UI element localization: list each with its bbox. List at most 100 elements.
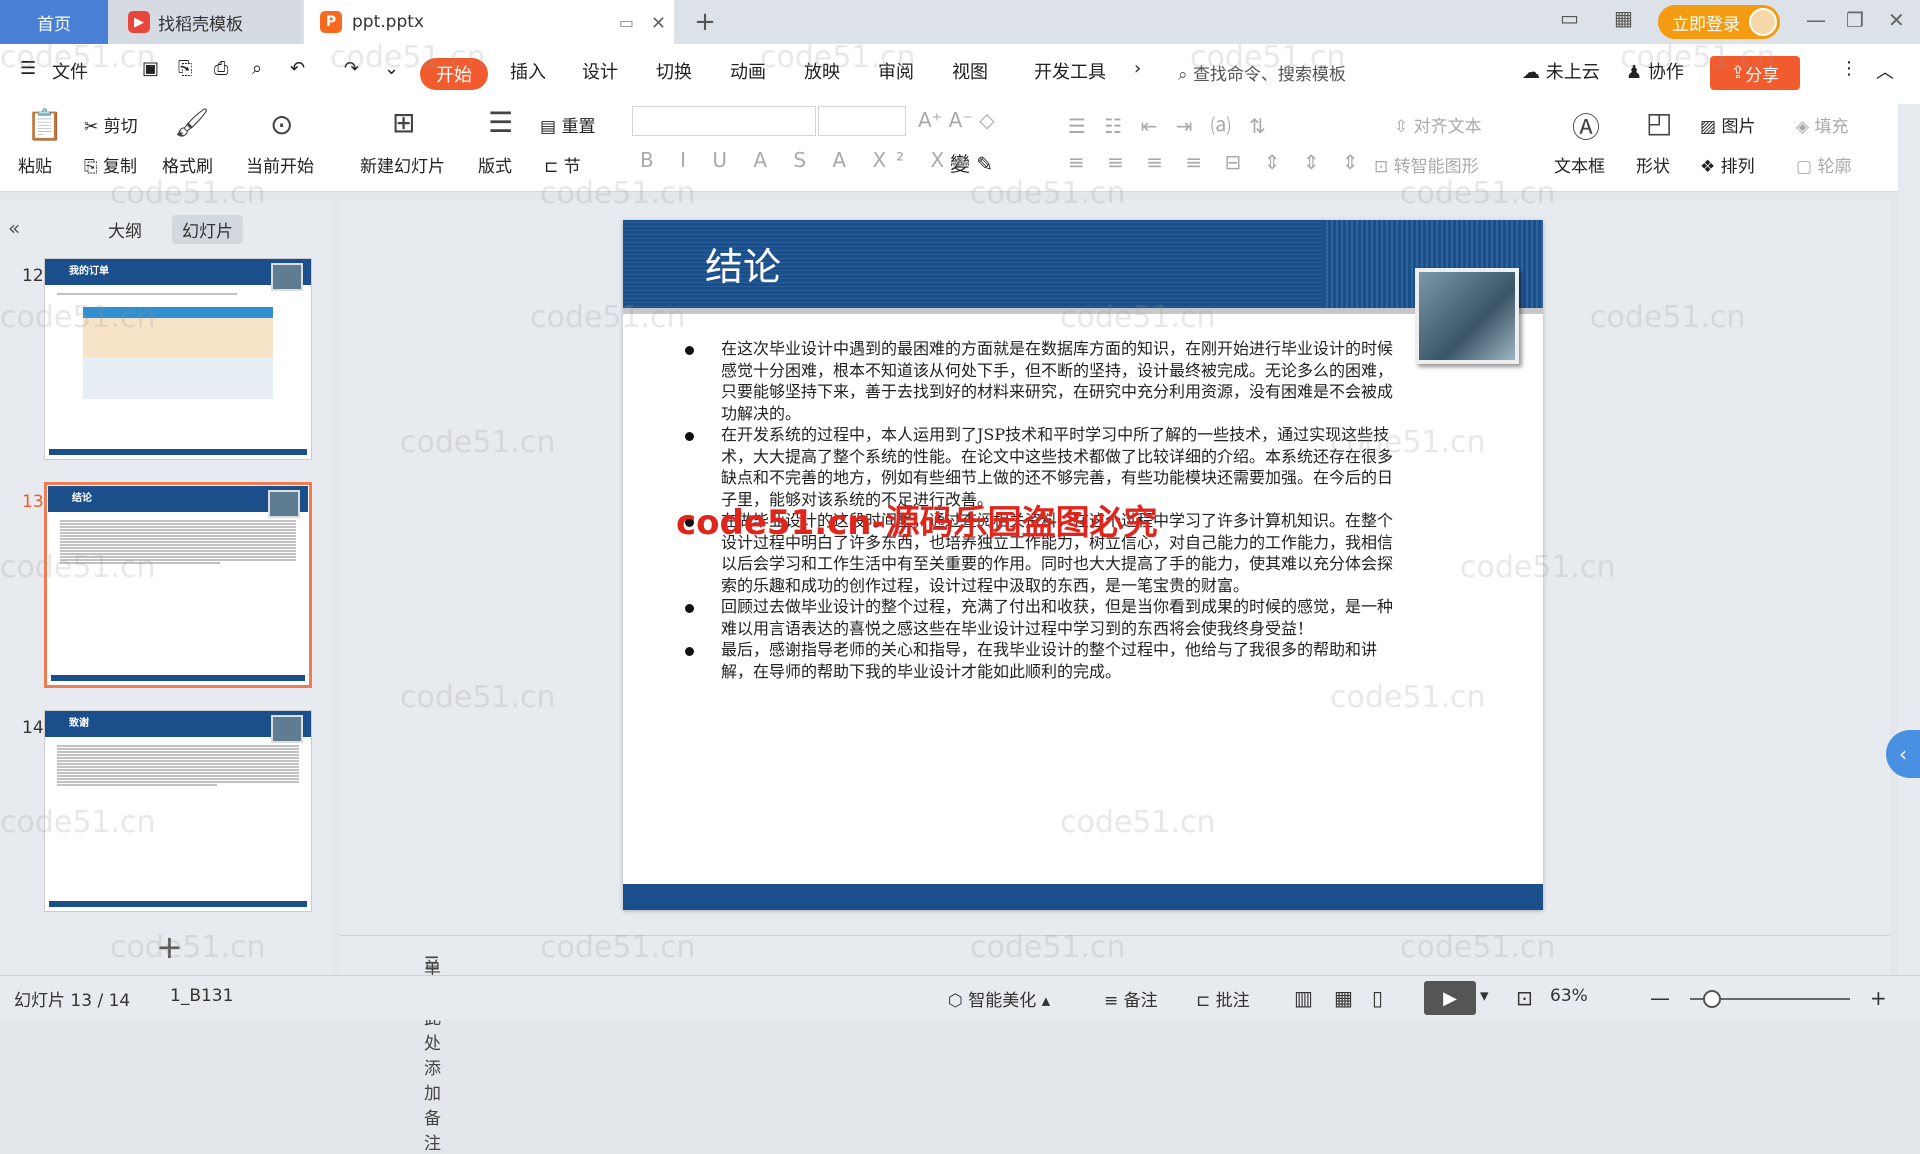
from-current-button[interactable]: 当前开始 <box>246 152 314 177</box>
pinyin-icon[interactable]: 變 ✎ <box>950 148 993 177</box>
paste-icon: 📋 <box>26 108 64 143</box>
layout-icon[interactable]: ▭ <box>1560 6 1579 30</box>
tab-document[interactable]: P ppt.pptx ▭ ✕ <box>304 0 674 44</box>
thumb-number: 14 <box>22 718 44 738</box>
slide-title[interactable]: 结论 <box>705 236 781 291</box>
menu-file[interactable]: 文件 <box>52 58 88 84</box>
play-slideshow-button[interactable]: ▶ <box>1424 981 1476 1015</box>
close-tab-icon[interactable]: ✕ <box>651 13 666 34</box>
collab-button[interactable]: ♟ 协作 <box>1626 58 1684 84</box>
menu-insert[interactable]: 插入 <box>510 58 546 84</box>
tab-slides[interactable]: 幻灯片 <box>172 215 243 244</box>
tab-outline[interactable]: 大纲 <box>108 217 142 242</box>
notes-pane[interactable]: ☰ 单击此处添加备注 <box>340 935 1890 1154</box>
shape-button[interactable]: 形状 <box>1636 152 1670 177</box>
cut-button[interactable]: ✂ 剪切 <box>84 112 138 137</box>
play-options-icon[interactable]: ▾ <box>1480 986 1489 1006</box>
menu-design[interactable]: 设计 <box>582 58 618 84</box>
comment-button[interactable]: ⊏ 批注 <box>1196 986 1250 1011</box>
preview-icon[interactable]: ⌕ <box>252 58 262 79</box>
sorter-view-icon[interactable]: ▦ <box>1334 986 1353 1010</box>
save-icon[interactable]: ▣ <box>142 58 159 79</box>
collapse-ribbon-icon[interactable]: ︿ <box>1876 58 1894 84</box>
thumb-title: 我的订单 <box>45 259 311 291</box>
menu-slideshow[interactable]: 放映 <box>804 58 840 84</box>
section-button[interactable]: ⊏ 节 <box>544 152 581 177</box>
vertical-scrollbar[interactable] <box>1898 104 1920 975</box>
zoom-in-icon[interactable]: + <box>1870 986 1887 1010</box>
play-from-current-icon: ⊙ <box>270 108 294 141</box>
smart-graphic-icon: ⊡ <box>1374 157 1394 177</box>
reset-button[interactable]: ▤ 重置 <box>540 112 595 137</box>
paste-button[interactable]: 粘贴 <box>18 152 52 177</box>
fill-button[interactable]: ◈ 填充 <box>1796 112 1848 137</box>
new-slide-button[interactable]: 新建幻灯片 <box>360 152 445 177</box>
reading-view-icon[interactable]: ▯ <box>1372 986 1383 1010</box>
menu-view[interactable]: 视图 <box>952 58 988 84</box>
outline-button[interactable]: ▢ 轮廓 <box>1796 152 1851 177</box>
copy-button[interactable]: ⎘ 复制 <box>84 152 137 177</box>
share-icon: ⇪ <box>1730 63 1746 83</box>
menu-review[interactable]: 审阅 <box>878 58 914 84</box>
font-size-select[interactable] <box>818 106 906 136</box>
layout-button[interactable]: 版式 <box>478 152 512 177</box>
font-family-select[interactable] <box>632 106 816 136</box>
tab-template[interactable]: ▶ 找稻壳模板 <box>108 0 302 44</box>
menu-bar: ☰ 文件 ▣ ⎘ ⎙ ⌕ ↶ ↷ ⌄ 开始 插入 设计 切换 动画 放映 审阅 … <box>0 44 1920 104</box>
restore-icon[interactable]: ❐ <box>1846 8 1864 32</box>
menu-animation[interactable]: 动画 <box>730 58 766 84</box>
fit-window-icon[interactable]: ⊡ <box>1516 986 1533 1010</box>
side-collapse-button[interactable]: ‹ <box>1886 730 1920 778</box>
more-options-icon[interactable]: ⋮ <box>1840 58 1858 79</box>
thumb-number: 12 <box>22 266 44 286</box>
tab-home[interactable]: 首页 <box>0 0 108 44</box>
hamburger-icon[interactable]: ☰ <box>20 58 36 79</box>
apps-grid-icon[interactable]: ▦ <box>1614 6 1633 30</box>
align-text-button[interactable]: ⇳ 对齐文本 <box>1394 112 1482 137</box>
export-icon[interactable]: ⎘ <box>178 58 192 79</box>
text-format-icons[interactable]: B I U A S A X² X₂ <box>640 148 972 172</box>
minimize-icon[interactable]: — <box>1806 8 1826 32</box>
arrange-icon: ❖ <box>1700 157 1721 177</box>
window-icon[interactable]: ▭ <box>619 13 634 32</box>
beautify-icon: ⬡ <box>948 991 969 1011</box>
smart-graphic-button[interactable]: ⊡ 转智能图形 <box>1374 152 1479 177</box>
normal-view-icon[interactable]: ▥ <box>1294 986 1313 1010</box>
current-slide[interactable]: 结论 在这次毕业设计中遇到的最困难的方面就是在数据库方面的知识，在刚开始进行毕业… <box>623 220 1543 910</box>
zoom-slider-handle[interactable] <box>1703 990 1721 1008</box>
section-label: 节 <box>563 157 581 177</box>
undo-icon[interactable]: ↶ <box>290 58 305 79</box>
command-search[interactable]: ⌕ 查找命令、搜索模板 <box>1178 60 1346 85</box>
align-icons[interactable]: ≡ ≡ ≡ ≡ ⊟ ⇕ ⇕ ⇕ <box>1068 150 1367 174</box>
beautify-button[interactable]: ⬡ 智能美化 ▴ <box>948 986 1050 1011</box>
zoom-out-icon[interactable]: — <box>1650 986 1670 1010</box>
notes-button[interactable]: ≡ 备注 <box>1104 986 1158 1011</box>
format-painter-button[interactable]: 格式刷 <box>162 152 213 177</box>
bullet-4: 回顾过去做毕业设计的整个过程，充满了付出和收获，但是当你看到成果的时候的感觉，是… <box>683 596 1403 639</box>
menu-transition[interactable]: 切换 <box>656 58 692 84</box>
print-icon[interactable]: ⎙ <box>214 58 228 79</box>
slide-thumbnail-13[interactable]: 结论 <box>44 482 312 688</box>
arrange-button[interactable]: ❖ 排列 <box>1700 152 1755 177</box>
slide-thumbnail-12[interactable]: 我的订单 <box>44 258 312 460</box>
share-button[interactable]: ⇪ 分享 <box>1710 56 1800 90</box>
picture-button[interactable]: ▨ 图片 <box>1700 112 1755 137</box>
slide-thumbnail-14[interactable]: 致谢 <box>44 710 312 912</box>
cloud-status[interactable]: ☁ 未上云 <box>1522 58 1600 84</box>
font-grow-icon[interactable]: A⁺ A⁻ ◇ <box>918 108 995 132</box>
theme-name[interactable]: 1_B131 <box>170 986 233 1006</box>
add-slide-icon[interactable]: + <box>156 928 183 966</box>
menu-more-icon[interactable]: › <box>1134 58 1141 79</box>
redo-icon[interactable]: ↷ <box>344 58 359 79</box>
zoom-level[interactable]: 63% <box>1550 986 1588 1006</box>
login-button[interactable]: 立即登录 <box>1658 5 1780 39</box>
close-window-icon[interactable]: ✕ <box>1888 8 1905 32</box>
textbox-button[interactable]: 文本框 <box>1554 152 1605 177</box>
comment-label: 批注 <box>1215 991 1250 1011</box>
menu-devtools[interactable]: 开发工具 <box>1034 58 1106 84</box>
collapse-panel-icon[interactable]: « <box>8 216 20 240</box>
new-tab-button[interactable]: + <box>690 0 720 44</box>
list-icons[interactable]: ☰ ☷ ⇤ ⇥ ⒜ ⇅ <box>1068 110 1272 139</box>
more-icon[interactable]: ⌄ <box>384 58 399 79</box>
menu-start[interactable]: 开始 <box>420 58 488 90</box>
